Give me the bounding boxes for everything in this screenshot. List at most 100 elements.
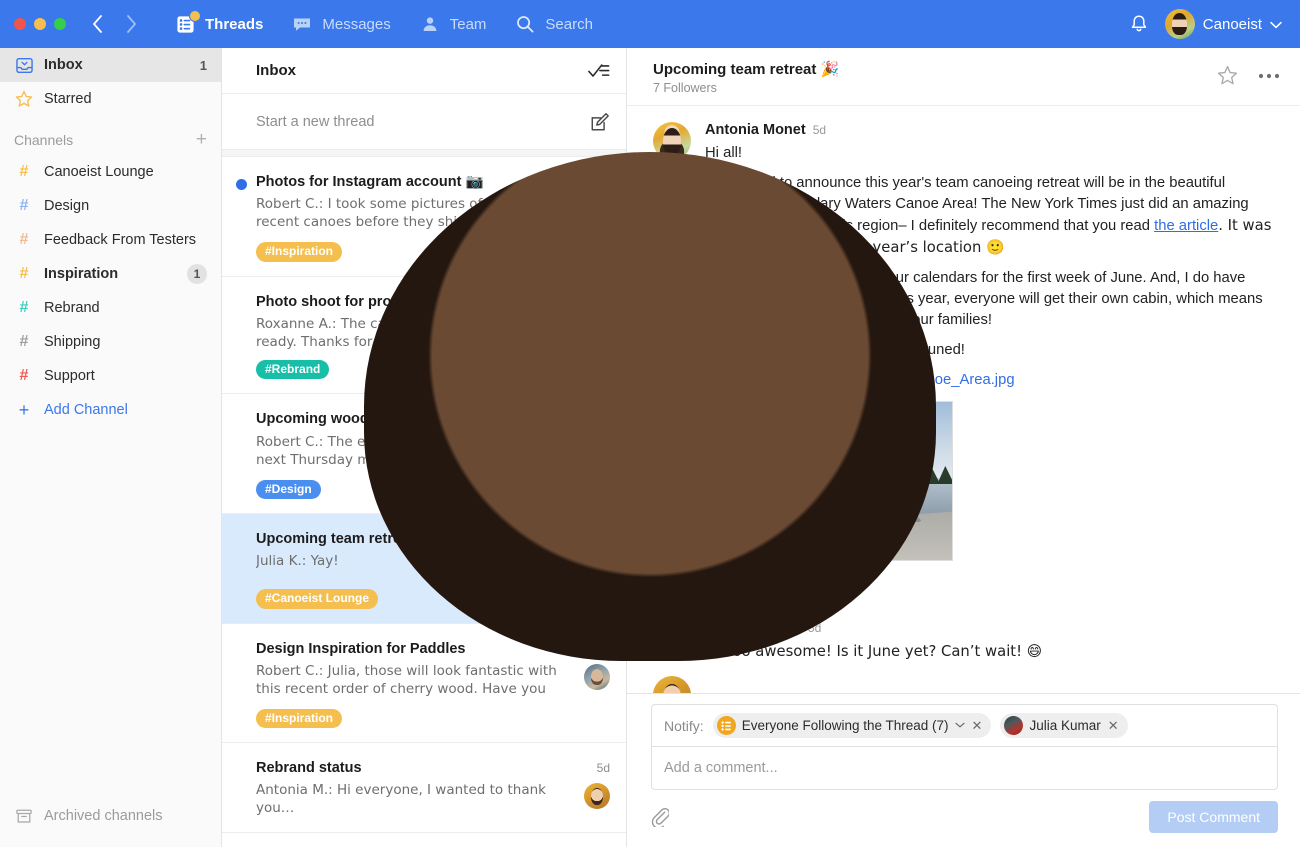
sidebar-item-channel[interactable]: # Canoeist Lounge — [0, 155, 221, 189]
maximize-window-button[interactable] — [54, 18, 66, 30]
sidebar-item-channel[interactable]: # Shipping — [0, 325, 221, 359]
back-arrow-icon[interactable] — [86, 13, 108, 35]
paperclip-icon[interactable] — [651, 807, 669, 827]
history-navigation — [86, 13, 142, 35]
nav-messages-label: Messages — [322, 16, 390, 33]
compose-icon[interactable] — [590, 112, 610, 132]
channel-tag[interactable]: #Inspiration — [256, 242, 342, 261]
search-icon — [514, 13, 536, 35]
sidebar-item-channel[interactable]: #Inspiration1 — [0, 257, 221, 291]
sidebar-item-label: Inspiration — [44, 266, 177, 282]
thread-list-title: Inbox — [256, 62, 296, 79]
sidebar-item-channel[interactable]: #Support — [0, 359, 221, 393]
party-popper-icon: 🎉 — [821, 60, 840, 78]
close-window-button[interactable] — [14, 18, 26, 30]
user-menu[interactable]: Canoeist — [1165, 9, 1282, 39]
hash-icon: # — [14, 164, 34, 180]
message-panel: Upcoming team retreat 🎉 7 Followers — [627, 48, 1300, 847]
thread-list-divider — [222, 150, 626, 157]
hash-icon: # — [14, 334, 34, 350]
nav-threads[interactable]: Threads — [160, 0, 277, 48]
notify-row[interactable]: Notify: Everyone Following the Thread (7… — [651, 704, 1278, 746]
channel-tag[interactable]: #Design — [256, 480, 321, 499]
avatar — [584, 783, 610, 809]
comment-input[interactable]: Add a comment... — [651, 746, 1278, 790]
avatar[interactable] — [653, 676, 691, 693]
notify-chip-label: Julia Kumar — [1029, 718, 1100, 733]
add-channel-plus-icon[interactable]: + — [196, 130, 207, 149]
nav-search[interactable]: Search — [500, 0, 607, 48]
post-paragraph: Hi all! — [705, 143, 1276, 164]
notify-chip-everyone[interactable]: Everyone Following the Thread (7) ✕ — [713, 713, 992, 738]
more-options-icon[interactable] — [1258, 73, 1280, 79]
nav-messages[interactable]: Messages — [277, 0, 404, 48]
avatar — [1004, 716, 1023, 735]
sidebar-item-archived-channels[interactable]: Archived channels — [0, 799, 221, 833]
post-paragraph: Soooo awesome! Is it June yet? Can’t wai… — [705, 641, 1276, 662]
notify-chip-julia-kumar[interactable]: Julia Kumar ✕ — [1000, 713, 1127, 738]
message-post-partial — [627, 662, 1300, 693]
nav-search-label: Search — [545, 16, 593, 33]
remove-chip-icon[interactable]: ✕ — [1107, 718, 1119, 734]
start-new-thread-button[interactable]: Start a new thread — [222, 94, 626, 150]
sidebar-item-channel[interactable]: #Feedback From Testers — [0, 223, 221, 257]
unread-indicator — [236, 179, 247, 190]
comment-composer: Notify: Everyone Following the Thread (7… — [627, 693, 1300, 847]
messages-icon — [291, 13, 313, 35]
sidebar-item-label: Archived channels — [44, 808, 207, 824]
thread-item-title: Rebrand status — [256, 759, 589, 777]
hash-icon: # — [14, 300, 34, 316]
thread-header-actions — [1217, 60, 1280, 86]
chevron-down-icon[interactable] — [955, 720, 965, 731]
channel-tag[interactable]: #Canoeist Lounge — [256, 589, 378, 608]
start-new-thread-label: Start a new thread — [256, 114, 375, 130]
sidebar-item-channel[interactable]: #Rebrand — [0, 291, 221, 325]
thread-item-emoji: 📷 — [465, 174, 483, 190]
post-author: Antonia Monet — [705, 122, 806, 138]
post-comment-button[interactable]: Post Comment — [1149, 801, 1278, 833]
sidebar-item-label: Canoeist Lounge — [44, 164, 207, 180]
minimize-window-button[interactable] — [34, 18, 46, 30]
list-item[interactable]: Rebrand status 5d Antonia M.: Hi everyone,… — [222, 743, 626, 833]
sidebar-item-label: Starred — [44, 91, 207, 107]
threads-unread-badge — [189, 10, 201, 22]
inbox-icon — [14, 57, 34, 74]
star-icon — [14, 90, 34, 108]
sidebar-item-add-channel[interactable]: + Add Channel — [0, 393, 221, 427]
sidebar-item-inbox[interactable]: Inbox 1 — [0, 48, 221, 82]
forward-arrow-icon[interactable] — [120, 13, 142, 35]
team-icon — [419, 13, 441, 35]
sidebar-item-channel[interactable]: #Design — [0, 189, 221, 223]
group-icon — [717, 716, 736, 735]
channel-tag[interactable]: #Rebrand — [256, 360, 329, 379]
top-bar: Threads Messages Team — [0, 0, 1300, 48]
star-outline-icon[interactable] — [1217, 65, 1238, 86]
channels-section-header: Channels + — [0, 116, 221, 155]
sidebar-item-starred[interactable]: Starred — [0, 82, 221, 116]
threads-icon — [174, 13, 196, 35]
thread-title: Upcoming team retreat — [653, 61, 816, 78]
thread-list-header: Inbox — [222, 48, 626, 94]
sidebar-item-label: Add Channel — [44, 402, 207, 418]
channel-list: #Canoeist Lounge#Design#Feedback From Te… — [0, 155, 221, 393]
channel-tag[interactable]: #Inspiration — [256, 709, 342, 728]
thread-item-time: 5d — [597, 759, 610, 775]
bell-icon[interactable] — [1127, 12, 1151, 36]
comment-placeholder: Add a comment... — [664, 760, 778, 776]
remove-chip-icon[interactable]: ✕ — [971, 718, 983, 734]
page-title: Upcoming team retreat 🎉 — [653, 60, 839, 78]
archive-icon — [14, 809, 34, 824]
nav-team[interactable]: Team — [405, 0, 501, 48]
mark-all-read-icon[interactable] — [588, 63, 610, 79]
article-link[interactable]: the article — [1154, 218, 1218, 234]
hash-icon: # — [14, 232, 34, 248]
sidebar-item-label: Design — [44, 198, 207, 214]
thread-item-snippet: Antonia M.: Hi everyone, I wanted to tha… — [256, 781, 574, 817]
sidebar-item-label: Support — [44, 368, 207, 384]
avatar — [1165, 9, 1195, 39]
avatar — [584, 664, 610, 690]
main-body: Inbox 1 Starred Channels + # Canoeist Lou… — [0, 48, 1300, 847]
sidebar-item-label: Shipping — [44, 334, 207, 350]
sidebar: Inbox 1 Starred Channels + # Canoeist Lou… — [0, 48, 222, 847]
nav-team-label: Team — [450, 16, 487, 33]
